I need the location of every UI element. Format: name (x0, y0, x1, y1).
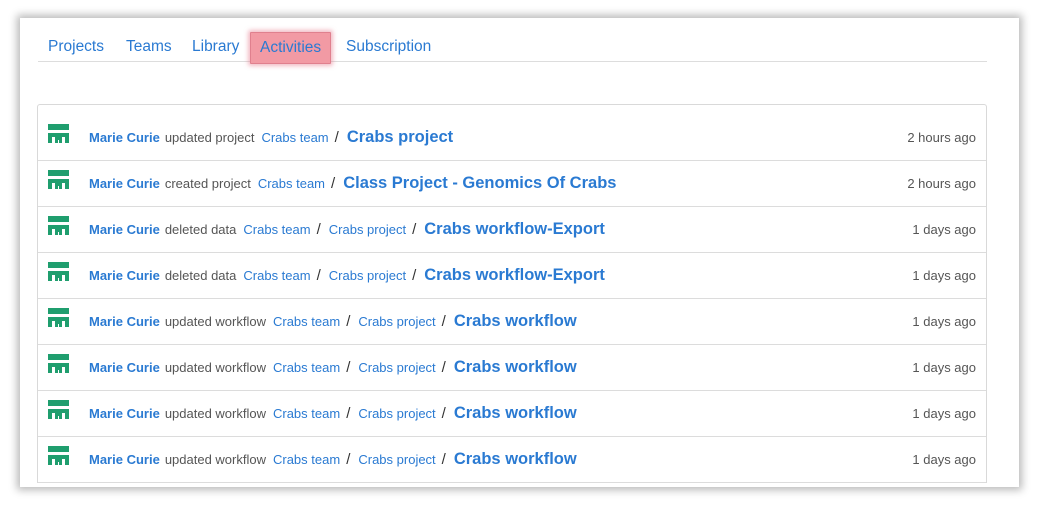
user-link[interactable]: Marie Curie (89, 452, 160, 467)
project-link[interactable]: Crabs project (329, 268, 406, 283)
user-avatar-icon[interactable] (48, 446, 69, 467)
tab-library[interactable]: Library (192, 32, 239, 62)
user-link[interactable]: Marie Curie (89, 314, 160, 329)
activity-timestamp: 1 days ago (912, 314, 976, 329)
activity-timestamp: 1 days ago (912, 222, 976, 237)
activity-timestamp: 2 hours ago (907, 130, 976, 145)
activity-content: Marie Curie updated workflow Crabs team / Cr… (48, 391, 976, 436)
activity-content: Marie Curie deleted data Crabs team / Crabs … (48, 253, 976, 298)
user-link[interactable]: Marie Curie (89, 222, 160, 237)
target-link[interactable]: Crabs workflow (454, 312, 577, 331)
user-avatar-icon[interactable] (48, 400, 69, 421)
project-link[interactable]: Crabs project (358, 360, 435, 375)
user-link[interactable]: Marie Curie (89, 176, 160, 191)
activity-row: Marie Curie created project Crabs team / Cla… (38, 161, 986, 207)
target-link[interactable]: Crabs project (347, 128, 453, 147)
path-separator: / (316, 221, 321, 238)
activity-action: deleted data (164, 222, 237, 237)
activity-action: updated workflow (164, 314, 266, 329)
activity-action: updated workflow (164, 360, 266, 375)
tab-bar: Projects Teams Library Activities Subscr… (38, 18, 987, 64)
user-avatar-icon[interactable] (48, 262, 69, 283)
path-separator: / (346, 451, 351, 468)
activity-content: Marie Curie updated workflow Crabs team / Cr… (48, 299, 976, 344)
target-link[interactable]: Crabs workflow (454, 404, 577, 423)
tab-subscription[interactable]: Subscription (346, 32, 431, 62)
user-link[interactable]: Marie Curie (89, 360, 160, 375)
activity-row: Marie Curie updated workflow Crabs team / Cr… (38, 345, 986, 391)
team-link[interactable]: Crabs team (243, 222, 310, 237)
activity-content: Marie Curie updated project Crabs team / Cra… (48, 115, 976, 160)
project-link[interactable]: Crabs project (329, 222, 406, 237)
path-separator: / (346, 313, 351, 330)
activity-row: Marie Curie updated project Crabs team / Cra… (38, 105, 986, 161)
activity-row: Marie Curie deleted data Crabs team / Crabs … (38, 207, 986, 253)
path-separator: / (346, 359, 351, 376)
user-link[interactable]: Marie Curie (89, 268, 160, 283)
path-separator: / (441, 451, 446, 468)
user-link[interactable]: Marie Curie (89, 406, 160, 421)
activity-timestamp: 1 days ago (912, 406, 976, 421)
activity-timestamp: 2 hours ago (907, 176, 976, 191)
activities-panel: Projects Teams Library Activities Subscr… (20, 18, 1019, 487)
path-separator: / (346, 405, 351, 422)
activity-content: Marie Curie updated workflow Crabs team / Cr… (48, 345, 976, 390)
activity-content: Marie Curie created project Crabs team / Cla… (48, 161, 976, 206)
team-link[interactable]: Crabs team (273, 406, 340, 421)
activity-content: Marie Curie updated workflow Crabs team / Cr… (48, 437, 976, 482)
target-link[interactable]: Crabs workflow (454, 450, 577, 469)
activity-timestamp: 1 days ago (912, 452, 976, 467)
activity-action: created project (164, 176, 251, 191)
team-link[interactable]: Crabs team (261, 130, 328, 145)
path-separator: / (441, 405, 446, 422)
user-avatar-icon[interactable] (48, 354, 69, 375)
team-link[interactable]: Crabs team (273, 360, 340, 375)
path-separator: / (316, 267, 321, 284)
activity-list: Marie Curie updated project Crabs team / Cra… (37, 104, 987, 483)
activity-action: updated workflow (164, 452, 266, 467)
activity-row: Marie Curie deleted data Crabs team / Crabs … (38, 253, 986, 299)
activity-action: deleted data (164, 268, 237, 283)
path-separator: / (331, 175, 336, 192)
team-link[interactable]: Crabs team (258, 176, 325, 191)
team-link[interactable]: Crabs team (273, 452, 340, 467)
target-link[interactable]: Crabs workflow (454, 358, 577, 377)
target-link[interactable]: Crabs workflow-Export (424, 220, 605, 239)
path-separator: / (441, 359, 446, 376)
target-link[interactable]: Class Project - Genomics Of Crabs (343, 174, 616, 193)
activity-content: Marie Curie deleted data Crabs team / Crabs … (48, 207, 976, 252)
target-link[interactable]: Crabs workflow-Export (424, 266, 605, 285)
path-separator: / (412, 221, 417, 238)
tab-teams[interactable]: Teams (126, 32, 172, 62)
tab-projects[interactable]: Projects (48, 32, 104, 62)
activity-row: Marie Curie updated workflow Crabs team / Cr… (38, 437, 986, 483)
project-link[interactable]: Crabs project (358, 452, 435, 467)
project-link[interactable]: Crabs project (358, 314, 435, 329)
activity-action: updated project (164, 130, 255, 145)
team-link[interactable]: Crabs team (273, 314, 340, 329)
activity-action: updated workflow (164, 406, 266, 421)
team-link[interactable]: Crabs team (243, 268, 310, 283)
activity-timestamp: 1 days ago (912, 268, 976, 283)
user-link[interactable]: Marie Curie (89, 130, 160, 145)
user-avatar-icon[interactable] (48, 216, 69, 237)
activity-timestamp: 1 days ago (912, 360, 976, 375)
path-separator: / (412, 267, 417, 284)
activity-row: Marie Curie updated workflow Crabs team / Cr… (38, 391, 986, 437)
path-separator: / (334, 129, 339, 146)
user-avatar-icon[interactable] (48, 170, 69, 191)
user-avatar-icon[interactable] (48, 124, 69, 145)
path-separator: / (441, 313, 446, 330)
activity-row: Marie Curie updated workflow Crabs team / Cr… (38, 299, 986, 345)
project-link[interactable]: Crabs project (358, 406, 435, 421)
user-avatar-icon[interactable] (48, 308, 69, 329)
tab-activities[interactable]: Activities (250, 32, 332, 64)
